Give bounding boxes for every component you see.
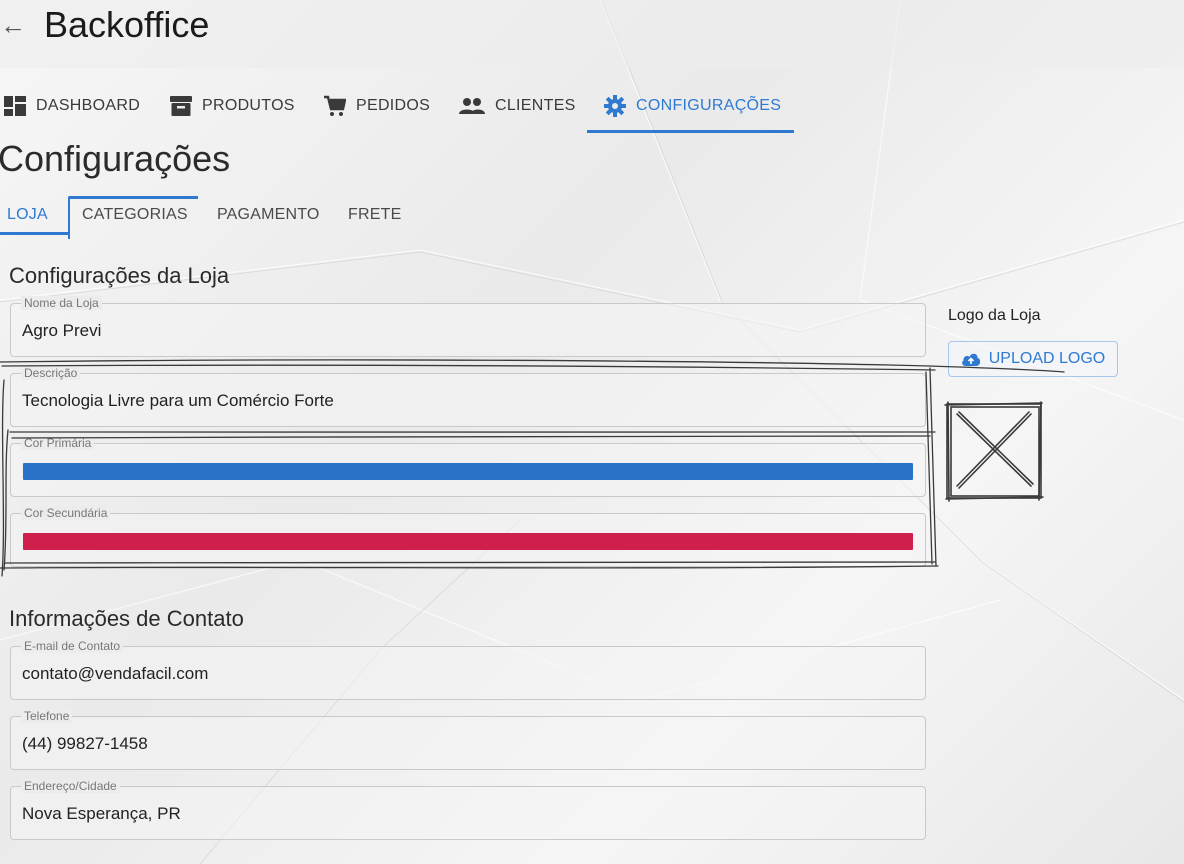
secondary-color-swatch[interactable]	[23, 533, 913, 550]
tab-loja[interactable]: LOJA	[7, 196, 48, 234]
phone-label: Telefone	[21, 709, 73, 723]
phone-value: (44) 99827-1458	[22, 734, 148, 753]
logo-label: Logo da Loja	[948, 307, 1041, 324]
store-name-field[interactable]: Nome da Loja Agro Previ	[10, 296, 926, 357]
description-label: Descrição	[21, 366, 81, 380]
app-bar: ← Backoffice	[0, 0, 1184, 68]
email-field[interactable]: E-mail de Contato contato@vendafacil.com	[10, 639, 926, 700]
nav-label: PRODUTOS	[202, 97, 295, 114]
nav-item-configuracoes[interactable]: CONFIGURAÇÕES	[604, 80, 781, 132]
tab-categorias[interactable]: CATEGORIAS	[82, 196, 188, 234]
tab-frete[interactable]: FRETE	[348, 196, 401, 234]
description-value: Tecnologia Livre para um Comércio Forte	[22, 391, 334, 410]
upload-label: UPLOAD LOGO	[988, 350, 1106, 367]
dashboard-icon	[4, 96, 26, 116]
nav-label: CONFIGURAÇÕES	[636, 97, 782, 114]
tab-label: LOJA	[7, 206, 48, 223]
primary-color-label: Cor Primária	[21, 436, 95, 450]
tab-label: PAGAMENTO	[217, 206, 320, 223]
secondary-color-field[interactable]: Cor Secundária	[10, 506, 926, 567]
store-name-value: Agro Previ	[22, 321, 102, 340]
store-section-title: Configurações da Loja	[9, 263, 230, 288]
nav-label: CLIENTES	[495, 97, 576, 114]
contact-section-title: Informações de Contato	[9, 606, 244, 631]
tab-active-indicator	[0, 232, 70, 235]
tab-label: CATEGORIAS	[82, 206, 188, 223]
secondary-color-label: Cor Secundária	[21, 506, 111, 520]
tab-label: FRETE	[348, 206, 402, 223]
nav-item-clientes[interactable]: CLIENTES	[459, 80, 576, 132]
arrow-left-icon[interactable]: ←	[0, 10, 26, 41]
nav-item-dashboard[interactable]: DASHBOARD	[4, 80, 140, 132]
gear-icon	[604, 95, 626, 117]
nav-label: PEDIDOS	[356, 97, 431, 114]
address-value: Nova Esperança, PR	[22, 804, 181, 823]
people-icon	[459, 98, 485, 114]
email-value: contato@vendafacil.com	[22, 664, 209, 683]
nav-label: DASHBOARD	[36, 97, 141, 114]
logo-image-placeholder	[944, 401, 1044, 502]
primary-color-field[interactable]: Cor Primária	[10, 436, 926, 497]
nav-item-produtos[interactable]: PRODUTOS	[170, 80, 295, 132]
page-title: Configurações	[0, 138, 231, 179]
nav-item-pedidos[interactable]: PEDIDOS	[324, 80, 430, 132]
main-nav: DASHBOARD PRODUTOS PEDIDOS CLIENTES CONF…	[0, 80, 800, 134]
nav-active-indicator	[587, 130, 794, 133]
address-field[interactable]: Endereço/Cidade Nova Esperança, PR	[10, 779, 926, 840]
address-label: Endereço/Cidade	[21, 779, 120, 793]
primary-color-swatch[interactable]	[23, 463, 913, 480]
description-field[interactable]: Descrição Tecnologia Livre para um Comér…	[10, 366, 926, 427]
email-label: E-mail de Contato	[21, 639, 124, 653]
shopping-cart-icon	[324, 95, 346, 116]
app-title: Backoffice	[44, 4, 210, 45]
upload-logo-button[interactable]: UPLOAD LOGO	[948, 341, 1118, 377]
cloud-upload-icon	[961, 353, 980, 366]
store-name-label: Nome da Loja	[21, 296, 102, 310]
tab-pagamento[interactable]: PAGAMENTO	[217, 196, 320, 234]
phone-field[interactable]: Telefone (44) 99827-1458	[10, 709, 926, 770]
archive-box-icon	[170, 96, 192, 116]
settings-tabs: LOJA CATEGORIAS PAGAMENTO FRETE	[0, 196, 420, 236]
